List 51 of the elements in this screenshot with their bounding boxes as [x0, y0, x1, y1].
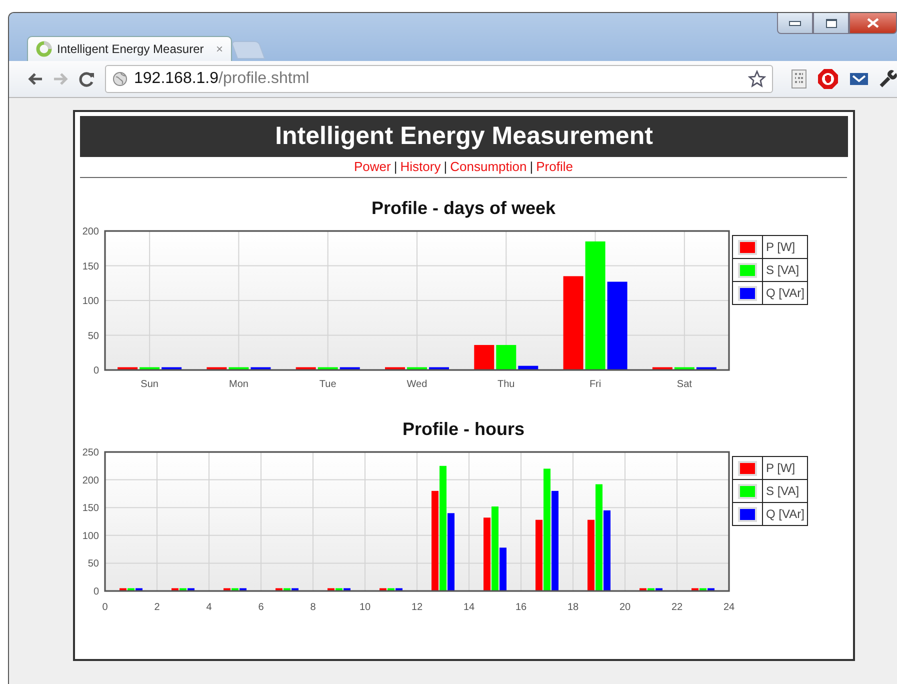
x-tick-label: Sat [676, 379, 692, 390]
x-tick-label: Wed [406, 379, 428, 390]
x-tick-label: 18 [567, 602, 579, 613]
legend-label: S [VA] [762, 259, 802, 281]
x-tick-label: 16 [515, 602, 527, 613]
tab-close-button[interactable]: × [216, 42, 223, 56]
browser-tab[interactable]: Intelligent Energy Measurer × [27, 36, 232, 61]
x-tick-label: 2 [154, 602, 160, 613]
legend-label: P [W] [762, 457, 798, 479]
x-tick-label: 6 [258, 602, 264, 613]
nav-link[interactable]: Consumption [450, 159, 527, 174]
y-tick-label: 250 [82, 448, 99, 458]
nav-separator: | [394, 159, 398, 174]
x-tick-label: 20 [619, 602, 631, 613]
nav-link[interactable]: Power [354, 159, 391, 174]
y-tick-label: 0 [93, 586, 99, 598]
x-tick-label: 24 [723, 602, 735, 613]
y-tick-label: 100 [82, 296, 99, 307]
x-tick-label: 8 [310, 602, 316, 613]
y-tick-label: 150 [82, 261, 99, 272]
legend-label: S [VA] [762, 480, 802, 502]
nav-separator: | [530, 159, 534, 174]
x-tick-label: Thu [498, 379, 515, 390]
chart-title: Profile - days of week [370, 198, 557, 219]
nav-separator: | [444, 159, 448, 174]
y-tick-label: 0 [93, 366, 99, 376]
x-tick-label: Sun [140, 379, 158, 390]
y-tick-label: 50 [88, 330, 99, 342]
y-tick-label: 200 [82, 227, 99, 238]
legend-label: P [W] [762, 236, 798, 258]
legend-label: Q [VAr] [762, 282, 808, 304]
nav-link[interactable]: Profile [536, 159, 573, 174]
y-tick-label: 200 [82, 475, 99, 486]
y-tick-label: 50 [88, 558, 99, 570]
x-tick-label: 4 [206, 602, 212, 613]
tab-title: Intelligent Energy Measurer [57, 42, 205, 56]
x-tick-label: 0 [102, 602, 108, 613]
page-title: Intelligent Energy Measurement [275, 122, 653, 151]
y-tick-label: 100 [82, 530, 99, 542]
legend-label: Q [VAr] [762, 503, 808, 525]
chart-title: Profile - hours [401, 419, 526, 440]
x-tick-label: 12 [411, 602, 423, 613]
x-tick-label: 14 [463, 602, 475, 613]
nav-link[interactable]: History [400, 159, 441, 174]
x-tick-label: 10 [359, 602, 371, 613]
address-bar[interactable]: 192.168.1.9/profile.shtml [105, 65, 773, 93]
x-tick-label: Fri [589, 379, 602, 390]
y-tick-label: 150 [82, 503, 99, 514]
x-tick-label: Tue [319, 379, 336, 390]
x-tick-label: Mon [229, 379, 248, 390]
x-tick-label: 22 [671, 602, 683, 613]
